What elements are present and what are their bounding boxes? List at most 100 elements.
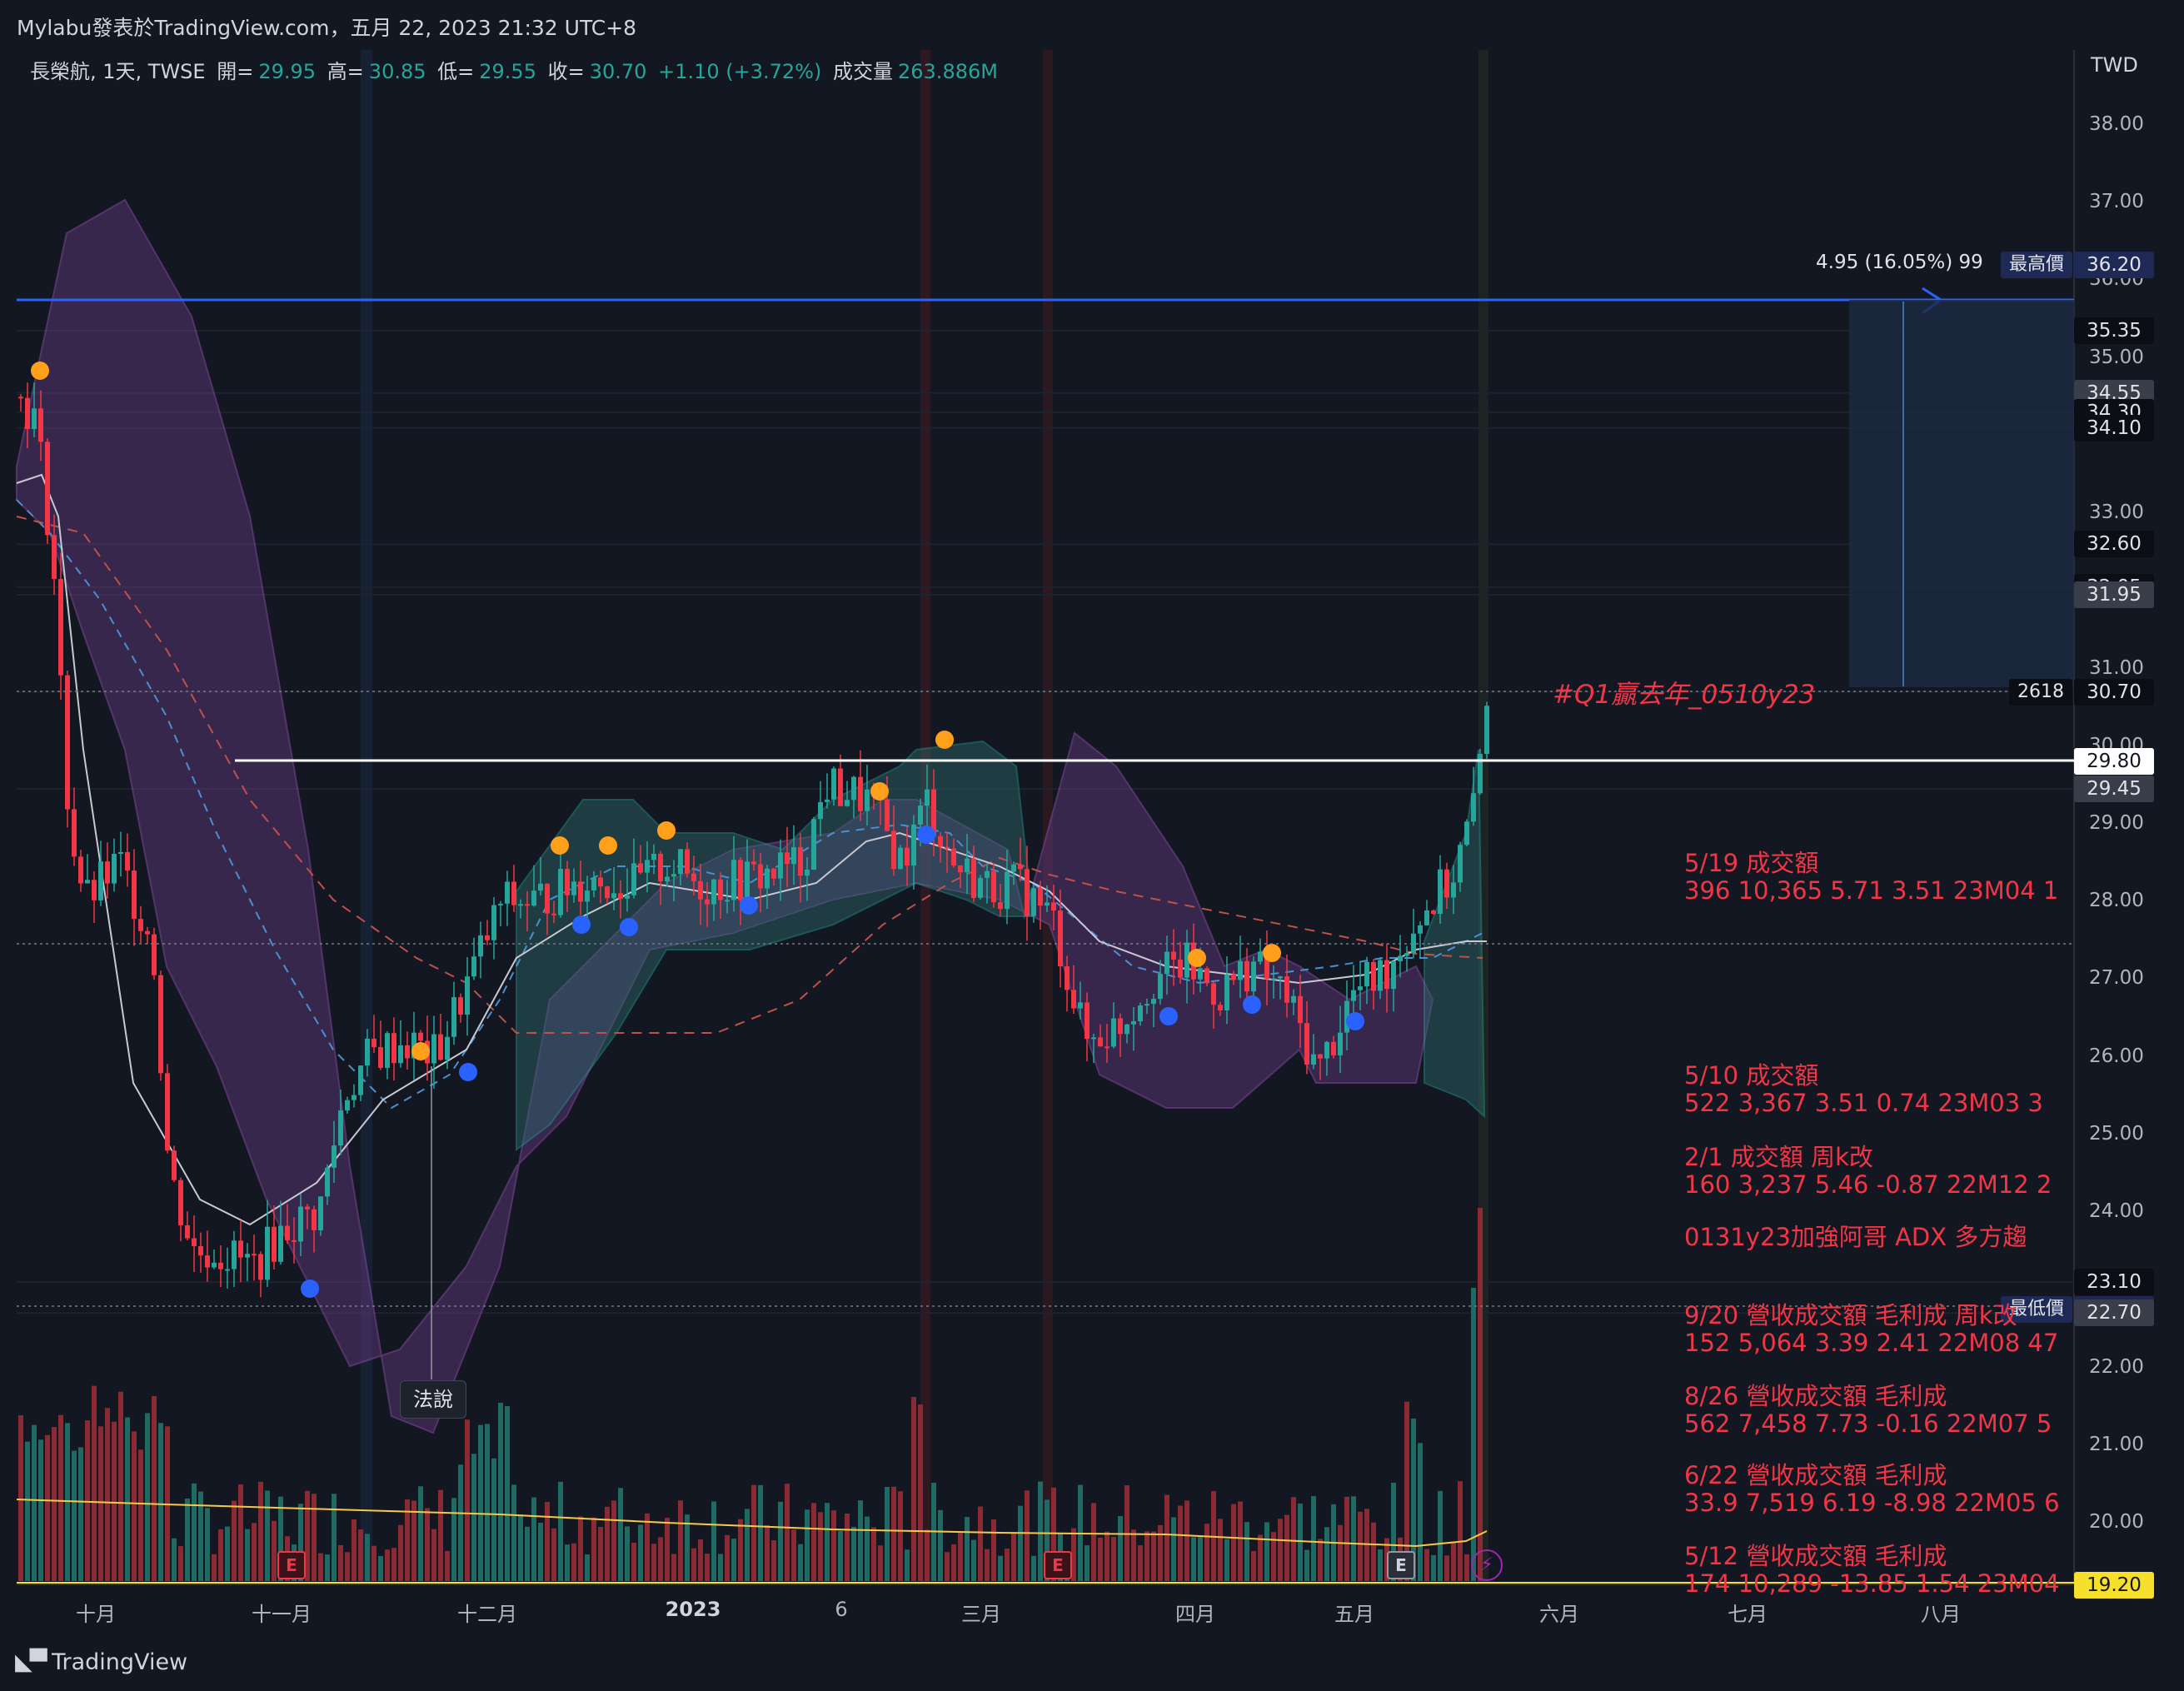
volume-bar xyxy=(1344,1496,1349,1581)
price-tick: 21.00 xyxy=(2089,1433,2144,1455)
candle-body xyxy=(358,1065,363,1095)
candle-body xyxy=(272,1226,277,1262)
volume-bar xyxy=(745,1509,750,1581)
volume-bar xyxy=(1418,1443,1423,1581)
hashtag-annotation[interactable]: #Q1贏去年_0510y23 xyxy=(1553,673,1815,711)
annotation-line: 522 3,367 3.51 0.74 23M03 3 xyxy=(1684,1089,2043,1117)
candle-body xyxy=(265,1226,270,1280)
candle-body xyxy=(545,883,550,914)
candle-body xyxy=(771,868,776,879)
candle-body xyxy=(345,1100,350,1111)
change-value: +1.10 (+3.72%) xyxy=(658,60,822,83)
text-annotation[interactable]: 5/19 成交額 396 10,365 5.71 3.51 23M04 1 xyxy=(1684,850,2072,905)
volume-bar xyxy=(458,1464,463,1581)
candle-body xyxy=(1071,990,1076,1009)
volume-bar xyxy=(558,1481,563,1581)
tradingview-logo[interactable]: ◣▀ TradingView xyxy=(15,1649,187,1675)
candle-body xyxy=(285,1225,290,1240)
volume-bar xyxy=(365,1534,370,1581)
volume-bar xyxy=(52,1427,57,1581)
currency-label[interactable]: TWD xyxy=(2091,53,2138,77)
volume-bar xyxy=(265,1490,270,1581)
buy-signal-dot xyxy=(620,918,638,936)
candle-body xyxy=(1238,960,1243,980)
candle-body xyxy=(585,890,590,902)
candle-body xyxy=(485,935,490,940)
symbol-label[interactable]: 長榮航, 1天, TWSE xyxy=(30,60,206,83)
text-annotation[interactable]: 5/12 營收成交額 毛利成 174 10,289 -13.85 1.54 23M… xyxy=(1684,1543,2072,1598)
candle-body xyxy=(571,881,576,895)
candle-body xyxy=(1484,706,1489,754)
price-tick: 28.00 xyxy=(2089,890,2144,912)
text-annotation[interactable]: 6/22 營收成交額 毛利成 33.9 7,519 6.19 -8.98 22M0… xyxy=(1684,1462,2072,1517)
time-tick: 6 xyxy=(835,1598,848,1621)
candle-body xyxy=(1065,966,1070,990)
volume-bar xyxy=(245,1529,250,1581)
candle-body xyxy=(418,1032,423,1041)
time-tick: 十一月 xyxy=(252,1603,312,1626)
candle-body xyxy=(1171,951,1176,960)
volume-bar xyxy=(65,1423,70,1581)
earnings-badge[interactable]: E xyxy=(277,1551,306,1579)
candle-body xyxy=(465,976,470,1015)
candle-body xyxy=(625,895,630,899)
candle-body xyxy=(551,913,556,915)
annotation-line: 6/22 營收成交額 毛利成 xyxy=(1684,1462,1947,1489)
volume-bar xyxy=(511,1484,516,1581)
volume-bar xyxy=(358,1529,363,1581)
volume-bar xyxy=(1038,1481,1043,1581)
sell-signal-dot xyxy=(870,782,889,801)
lightning-icon[interactable]: ⚡ xyxy=(1471,1549,1503,1581)
high-label: 高= xyxy=(327,60,364,83)
candle-body xyxy=(1038,888,1043,906)
candle-body xyxy=(825,799,830,802)
sell-signal-dot xyxy=(1188,949,1206,967)
volume-bar xyxy=(1151,1531,1156,1581)
text-annotation[interactable]: 5/10 成交額 522 3,367 3.51 0.74 23M03 3 xyxy=(1684,1062,2072,1117)
candle-body xyxy=(1364,961,1369,987)
volume-bar xyxy=(325,1554,330,1581)
volume-bar xyxy=(645,1513,650,1581)
text-annotation[interactable]: 0131y23加強阿哥 ADX 多方趨 xyxy=(1684,1224,2072,1251)
volume-bar xyxy=(938,1509,943,1581)
volume-bar xyxy=(105,1408,110,1581)
candle-body xyxy=(885,799,890,831)
sell-signal-dot xyxy=(551,836,569,855)
volume-bar xyxy=(991,1519,996,1581)
volume-bar xyxy=(1025,1490,1030,1581)
volume-bar xyxy=(831,1510,836,1581)
annotation-line: 5/10 成交額 xyxy=(1684,1062,1819,1090)
volume-bar xyxy=(978,1506,983,1581)
candle-body xyxy=(1151,999,1156,1005)
candle-body xyxy=(178,1180,183,1225)
text-annotation[interactable]: 9/20 營收成交額 毛利成 周k改 152 5,064 3.39 2.41 22… xyxy=(1684,1302,2072,1357)
candle-body xyxy=(958,865,963,873)
volume-bar xyxy=(1264,1522,1269,1581)
volume-bar xyxy=(332,1494,337,1581)
volume-bar xyxy=(625,1526,630,1581)
candle-body xyxy=(738,860,743,900)
candle-body xyxy=(165,1073,170,1151)
candle-body xyxy=(678,849,683,875)
candle-body xyxy=(225,1269,230,1271)
candle-body xyxy=(238,1240,243,1258)
volume-bar xyxy=(505,1406,510,1581)
candle-body xyxy=(458,997,463,1015)
candle-body xyxy=(858,776,863,811)
earnings-badge[interactable]: E xyxy=(1044,1551,1072,1579)
buy-signal-dot xyxy=(1159,1007,1178,1025)
price-label: 29.45 xyxy=(2074,776,2154,803)
text-annotation[interactable]: 8/26 營收成交額 毛利成 562 7,458 7.73 -0.16 22M07… xyxy=(1684,1383,2072,1438)
candle-body xyxy=(1424,910,1429,925)
candle-body xyxy=(18,397,23,399)
candle-body xyxy=(578,881,583,902)
note-bubble[interactable]: 法說 xyxy=(400,1380,466,1419)
bollinger-band-teal xyxy=(516,740,1035,1151)
candle-body xyxy=(1311,1054,1316,1065)
earnings-badge[interactable]: E xyxy=(1387,1551,1415,1579)
annotation-line: 8/26 營收成交額 毛利成 xyxy=(1684,1383,1947,1410)
candle-body xyxy=(498,903,503,905)
candle-body xyxy=(705,899,710,905)
text-annotation[interactable]: 2/1 成交額 周k改 160 3,237 5.46 -0.87 22M12 2 xyxy=(1684,1144,2072,1199)
volume-bar xyxy=(185,1499,190,1581)
